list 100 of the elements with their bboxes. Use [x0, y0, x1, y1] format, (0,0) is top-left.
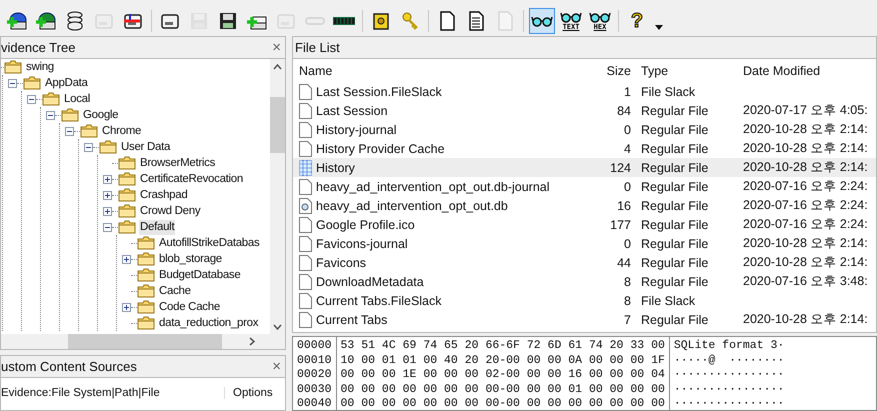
table-cell-text: 4: [623, 142, 631, 156]
tree-item[interactable]: Crashpad: [139, 188, 188, 202]
hex-bytes: 00 00 00 00 00 00 00 00-00 00 00 00 00 00 00 00: [340, 397, 665, 410]
collapse-toggle[interactable]: [27, 94, 36, 104]
tree-item[interactable]: Google: [82, 108, 120, 122]
folder-icon: [137, 252, 155, 266]
collapse-toggle[interactable]: [103, 222, 112, 232]
folder-icon: [137, 316, 155, 330]
file-icon: [299, 312, 312, 328]
file-row[interactable]: Favicons-journal 0 Regular File 2020-10-28 오후 2:14:: [293, 234, 876, 253]
scroll-right-icon[interactable]: [249, 337, 255, 346]
close-button[interactable]: ×: [272, 39, 285, 56]
scroll-thumb[interactable]: [270, 97, 285, 153]
collapse-toggle[interactable]: [46, 110, 55, 120]
folder-icon: [118, 172, 136, 186]
table-cell-text: 16: [616, 198, 631, 212]
key-icon: [400, 11, 420, 31]
file-name: Current Tabs: [316, 312, 388, 326]
file-name: heavy_ad_intervention_opt_out.db-journal: [316, 180, 550, 194]
tree-item[interactable]: data_reduction_prox: [158, 316, 260, 330]
tree-item[interactable]: AutofillStrikeDatabas: [158, 236, 260, 250]
expand-toggle[interactable]: [103, 174, 112, 184]
tree-item[interactable]: BudgetDatabase: [158, 268, 242, 282]
tree-item[interactable]: Local: [63, 92, 91, 106]
hex-offset: 00000: [297, 339, 332, 354]
tree-item[interactable]: Chrome: [101, 124, 142, 138]
file-row[interactable]: Last Session.FileSlack 1 File Slack: [293, 82, 876, 101]
file-row[interactable]: History 124 Regular File 2020-10-28 오후 2:14:: [293, 158, 876, 177]
column-header[interactable]: Evidence:File System|Path|File: [1, 387, 224, 399]
file-icon: [299, 178, 312, 194]
file-row[interactable]: Current Tabs 7 Regular File 2020-10-28 오후 2:14:: [293, 310, 876, 329]
panel-title: File List: [294, 40, 340, 55]
drive-minus-icon: [122, 11, 144, 31]
table-cell-text: 0: [623, 180, 631, 194]
tree-item[interactable]: User Data: [120, 140, 172, 154]
caret-icon: [655, 25, 663, 30]
table-cell-text: 2020-07-16 오후 2:24:: [743, 197, 869, 214]
floppy-icon: [218, 11, 238, 31]
column-header[interactable]: Size: [589, 64, 631, 78]
folder-icon: [118, 220, 136, 234]
collapse-toggle[interactable]: [84, 142, 93, 152]
file-row[interactable]: Google Profile.ico 177 Regular File 2020-07-16 오후 2:24:: [293, 215, 876, 234]
glasses-icon-button[interactable]: [529, 8, 555, 34]
file-row[interactable]: heavy_ad_intervention_opt_out.db 16 Regular File 2020-07-16 오후 2:24:: [293, 196, 876, 215]
file-row[interactable]: History Provider Cache 4 Regular File 2020-10-28 오후 2:14:: [293, 139, 876, 158]
table-cell-text: 1: [623, 84, 631, 98]
column-header[interactable]: Date Modified: [743, 64, 876, 78]
collapse-toggle[interactable]: [65, 126, 74, 136]
table-cell-text: 8: [623, 294, 631, 308]
hex-text: ·····@ ········: [674, 354, 784, 368]
scroll-up-icon[interactable]: [273, 64, 282, 70]
folder-icon: [4, 60, 22, 74]
file-name: Favicons: [316, 256, 366, 270]
close-button[interactable]: ×: [272, 358, 285, 375]
hex-bytes: 00 00 00 00 00 00 00 00-00 00 00 01 00 00 00 00: [340, 382, 665, 397]
expand-toggle[interactable]: [103, 190, 112, 200]
file-name: Last Session.FileSlack: [316, 84, 442, 98]
file-row[interactable]: Favicons 44 Regular File 2020-10-28 오후 2:14:: [293, 253, 876, 272]
table-cell-text: Regular File: [640, 218, 710, 232]
expand-toggle[interactable]: [103, 206, 112, 216]
file-icon: [299, 140, 312, 156]
column-header[interactable]: Type: [631, 64, 743, 78]
table-cell-text: Regular File: [640, 104, 710, 118]
file-name: Current Tabs.FileSlack: [316, 294, 442, 308]
file-row[interactable]: DownloadMetadata 8 Regular File 2020-07-16 오후 3:48:: [293, 272, 876, 291]
tree-item[interactable]: AppData: [44, 76, 89, 90]
tree-item[interactable]: Code Cache: [158, 300, 221, 314]
tree-item[interactable]: CertificateRevocation: [139, 172, 244, 186]
table-cell-text: 2020-07-16 오후 3:48:: [743, 273, 869, 290]
expand-toggle[interactable]: [122, 254, 131, 264]
drive-plus-icon: [6, 11, 28, 31]
file-row[interactable]: Current Tabs.FileSlack 8 File Slack: [293, 291, 876, 310]
table-cell-text: 2020-07-17 오후 4:05:: [743, 102, 869, 119]
tree-item[interactable]: swing: [25, 60, 55, 74]
column-header[interactable]: Name: [293, 64, 589, 78]
file-name: Google Profile.ico: [316, 218, 415, 232]
tree-item[interactable]: Cache: [158, 284, 192, 298]
glasses-icon: [589, 11, 611, 23]
file-icon: [299, 236, 312, 252]
folder-icon: [137, 268, 155, 282]
folder-icon: [118, 204, 136, 218]
column-header[interactable]: Options: [224, 387, 285, 399]
file-row[interactable]: History-journal 0 Regular File 2020-10-28 오후 2:14:: [293, 120, 876, 139]
scroll-down-icon[interactable]: [273, 324, 282, 330]
file-name: History Provider Cache: [316, 142, 445, 156]
glasses-icon: [560, 11, 582, 23]
tree-item[interactable]: BrowserMetrics: [139, 156, 216, 170]
table-cell-text: 2020-10-28 오후 2:14:: [743, 159, 869, 176]
gear-file-icon: [299, 198, 312, 214]
tree-item[interactable]: Default: [139, 220, 176, 234]
expand-toggle[interactable]: [122, 302, 131, 312]
vertical-scrollbar[interactable]: [270, 59, 285, 334]
tree-item[interactable]: blob_storage: [158, 252, 223, 266]
tree-item[interactable]: Crowd Deny: [139, 204, 202, 218]
folder-icon: [137, 300, 155, 314]
file-row[interactable]: Last Session 84 Regular File 2020-07-17 오후 4:05:: [293, 101, 876, 120]
collapse-toggle[interactable]: [8, 78, 17, 88]
scroll-thumb[interactable]: [68, 334, 222, 349]
file-row[interactable]: heavy_ad_intervention_opt_out.db-journal 0 Regular File 2020-07-16 오후 2:24:: [293, 177, 876, 196]
horizontal-scrollbar[interactable]: [1, 334, 285, 349]
